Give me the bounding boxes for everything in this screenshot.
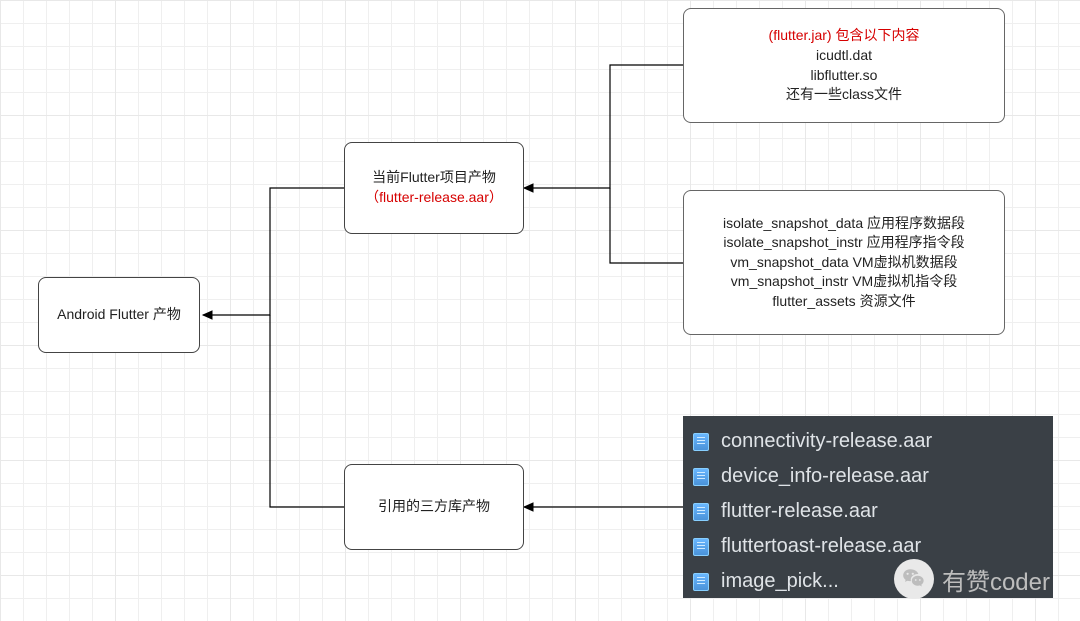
list-item: flutter-release.aar <box>693 494 1043 529</box>
node-line2: isolate_snapshot_instr 应用程序指令段 <box>723 233 964 253</box>
filename: image_pick... <box>721 570 839 593</box>
wechat-icon <box>894 559 934 599</box>
list-item: device_info-release.aar <box>693 459 1043 494</box>
node-line1: 当前Flutter项目产物 <box>372 168 496 188</box>
node-line4: 还有一些class文件 <box>786 85 902 105</box>
node-line2: （flutter-release.aar） <box>365 188 503 208</box>
file-icon <box>693 468 711 486</box>
file-icon <box>693 573 711 591</box>
node-line2: icudtl.dat <box>816 46 872 66</box>
node-snapshot-contents: isolate_snapshot_data 应用程序数据段 isolate_sn… <box>683 190 1005 335</box>
watermark: 有赞coder <box>894 559 1050 599</box>
node-flutter-project-artifact: 当前Flutter项目产物 （flutter-release.aar） <box>344 142 524 234</box>
node-flutter-jar-contents: (flutter.jar) 包含以下内容 icudtl.dat libflutt… <box>683 8 1005 123</box>
node-label: Android Flutter 产物 <box>57 305 181 325</box>
node-line4: vm_snapshot_instr VM虚拟机指令段 <box>731 272 957 292</box>
filename: flutter-release.aar <box>721 500 878 523</box>
diagram-canvas: Android Flutter 产物 当前Flutter项目产物 （flutte… <box>0 0 1080 621</box>
filename: connectivity-release.aar <box>721 430 932 453</box>
node-third-party-artifact: 引用的三方库产物 <box>344 464 524 550</box>
node-line3: vm_snapshot_data VM虚拟机数据段 <box>730 253 957 273</box>
node-line5: flutter_assets 资源文件 <box>772 292 915 312</box>
node-label: 引用的三方库产物 <box>378 497 490 517</box>
file-icon <box>693 538 711 556</box>
node-line1: isolate_snapshot_data 应用程序数据段 <box>723 214 965 234</box>
filename: fluttertoast-release.aar <box>721 535 921 558</box>
node-line1: (flutter.jar) 包含以下内容 <box>769 26 920 46</box>
filename: device_info-release.aar <box>721 465 929 488</box>
file-icon <box>693 503 711 521</box>
node-android-flutter-artifact: Android Flutter 产物 <box>38 277 200 353</box>
watermark-text: 有赞coder <box>942 562 1050 597</box>
node-line3: libflutter.so <box>811 66 878 86</box>
file-icon <box>693 433 711 451</box>
list-item: connectivity-release.aar <box>693 424 1043 459</box>
